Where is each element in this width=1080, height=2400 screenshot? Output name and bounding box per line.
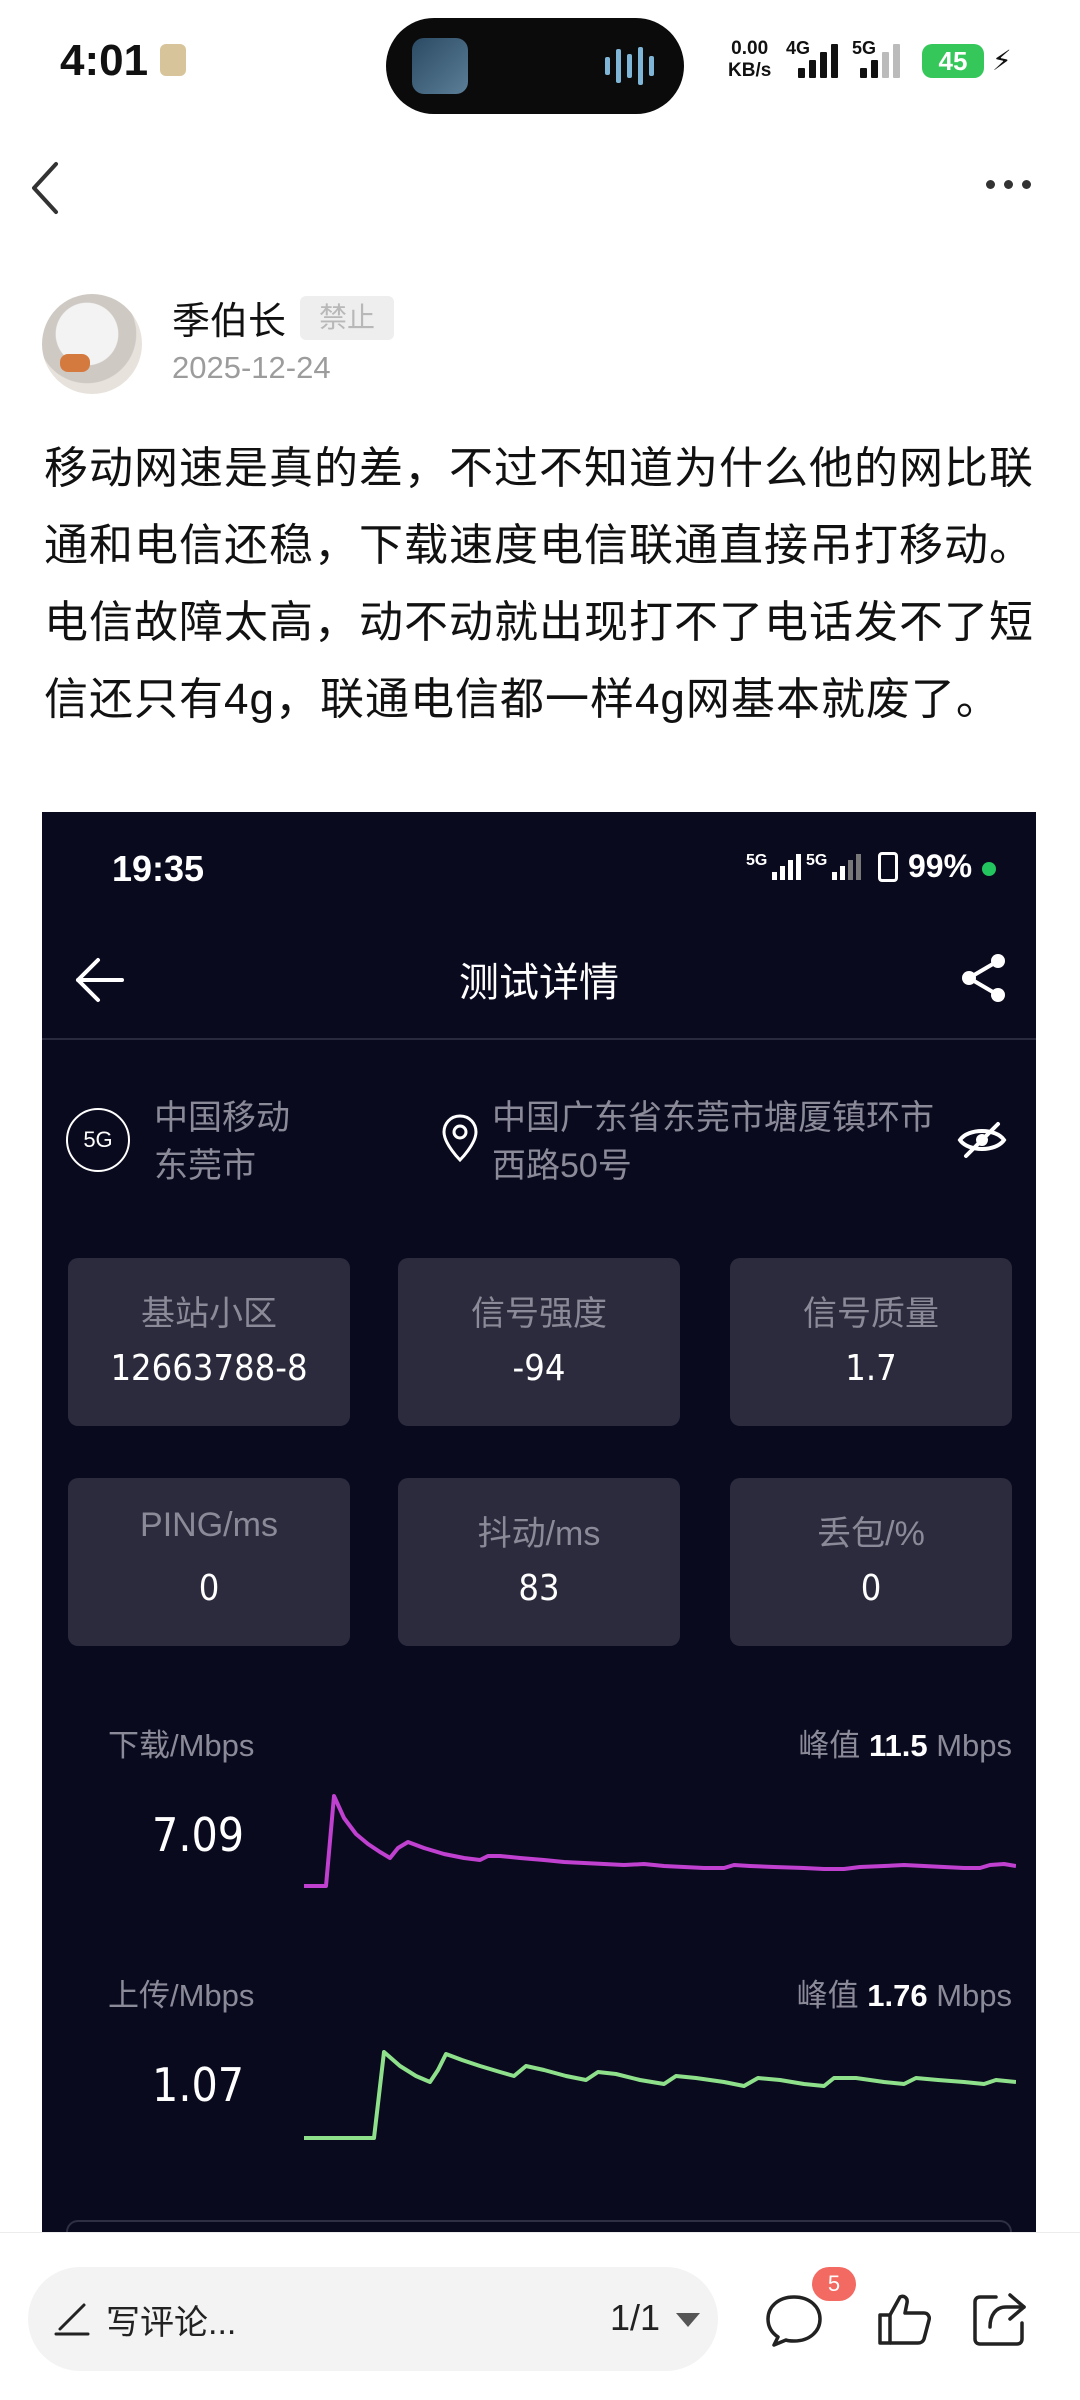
comment-input[interactable]: 写评论... 1/1 <box>28 2267 718 2371</box>
embedded-time: 19:35 <box>112 848 205 889</box>
charging-icon: ⚡ <box>992 45 1012 76</box>
post-image[interactable]: 19:35 5G 5G 99% 测试详情 5G 中国移动 东莞市 中国广东省东莞… <box>42 812 1036 2232</box>
card-ping: PING/ms 0 <box>68 1478 350 1646</box>
post-date: 2025-12-24 <box>172 350 331 385</box>
upload-current: 1.07 <box>152 2058 245 2112</box>
signal-icon-2 <box>860 42 900 78</box>
embedded-network-2: 5G <box>806 852 828 869</box>
album-art-icon <box>412 38 468 94</box>
embedded-divider <box>42 1038 1036 1040</box>
embedded-share-icon <box>962 954 1005 1002</box>
download-label: 下载/Mbps <box>108 1728 255 1763</box>
comment-placeholder: 写评论... <box>106 2304 237 2342</box>
card-packet-loss: 丢包/% 0 <box>730 1478 1012 1646</box>
author-name[interactable]: 季伯长 <box>172 290 286 345</box>
location-pin-icon <box>442 1114 478 1163</box>
embedded-title: 测试详情 <box>459 961 619 1005</box>
embedded-status-dot <box>982 862 996 876</box>
download-current: 7.09 <box>152 1808 245 1862</box>
status-bar: 4:01 0.00 KB/s 4G 5G 45 ⚡ <box>0 0 1080 130</box>
comment-icon[interactable] <box>764 2289 824 2349</box>
embedded-battery-icon <box>878 852 898 882</box>
card-jitter: 抖动/ms 83 <box>398 1478 680 1646</box>
avatar[interactable] <box>42 294 142 394</box>
card-cell-id: 基站小区 12663788-8 <box>68 1258 350 1426</box>
card-signal-quality: 信号质量 1.7 <box>730 1258 1012 1426</box>
status-time: 4:01 <box>60 36 149 85</box>
share-icon[interactable] <box>970 2289 1030 2349</box>
network-badge: 5G <box>66 1108 130 1172</box>
audio-wave-icon <box>605 46 654 86</box>
back-icon[interactable] <box>28 160 62 216</box>
location-text: 中国广东省东莞市塘厦镇环市西路50号 <box>492 1099 934 1185</box>
bottom-bar: 写评论... 1/1 5 <box>0 2232 1080 2400</box>
embedded-signal-icon-2 <box>832 852 861 880</box>
battery-icon: 45 <box>922 44 984 78</box>
notification-icon <box>160 44 186 76</box>
status-badge: 禁止 <box>300 296 394 340</box>
chevron-down-icon[interactable] <box>676 2313 700 2327</box>
embedded-network-1: 5G <box>746 852 768 869</box>
page-indicator[interactable]: 1/1 <box>610 2297 660 2339</box>
signal-icon <box>798 42 838 78</box>
like-icon[interactable] <box>874 2289 934 2349</box>
upload-speed-graph <box>304 2050 1016 2140</box>
dynamic-island[interactable] <box>386 18 684 114</box>
eye-off-icon <box>957 1122 1007 1158</box>
download-speed-graph <box>304 1794 1016 1888</box>
upload-peak: 峰值 1.76 Mbps <box>796 1978 1012 2013</box>
operator-info: 中国移动 东莞市 <box>154 1099 290 1185</box>
more-options-icon[interactable] <box>986 180 1031 189</box>
pen-icon <box>54 2303 90 2336</box>
network-speed: 0.00 KB/s <box>728 38 772 81</box>
upload-label: 上传/Mbps <box>108 1978 255 2013</box>
comment-count-badge: 5 <box>812 2267 856 2301</box>
post-body: 移动网速是真的差，不过不知道为什么他的网比联通和电信还稳，下载速度电信联通直接吊… <box>44 444 1034 724</box>
embedded-battery-pct: 99% <box>908 848 973 884</box>
embedded-signal-icon <box>772 852 801 880</box>
card-signal-strength: 信号强度 -94 <box>398 1258 680 1426</box>
embedded-panel-edge <box>66 2220 1012 2232</box>
download-peak: 峰值 11.5 Mbps <box>798 1728 1012 1763</box>
